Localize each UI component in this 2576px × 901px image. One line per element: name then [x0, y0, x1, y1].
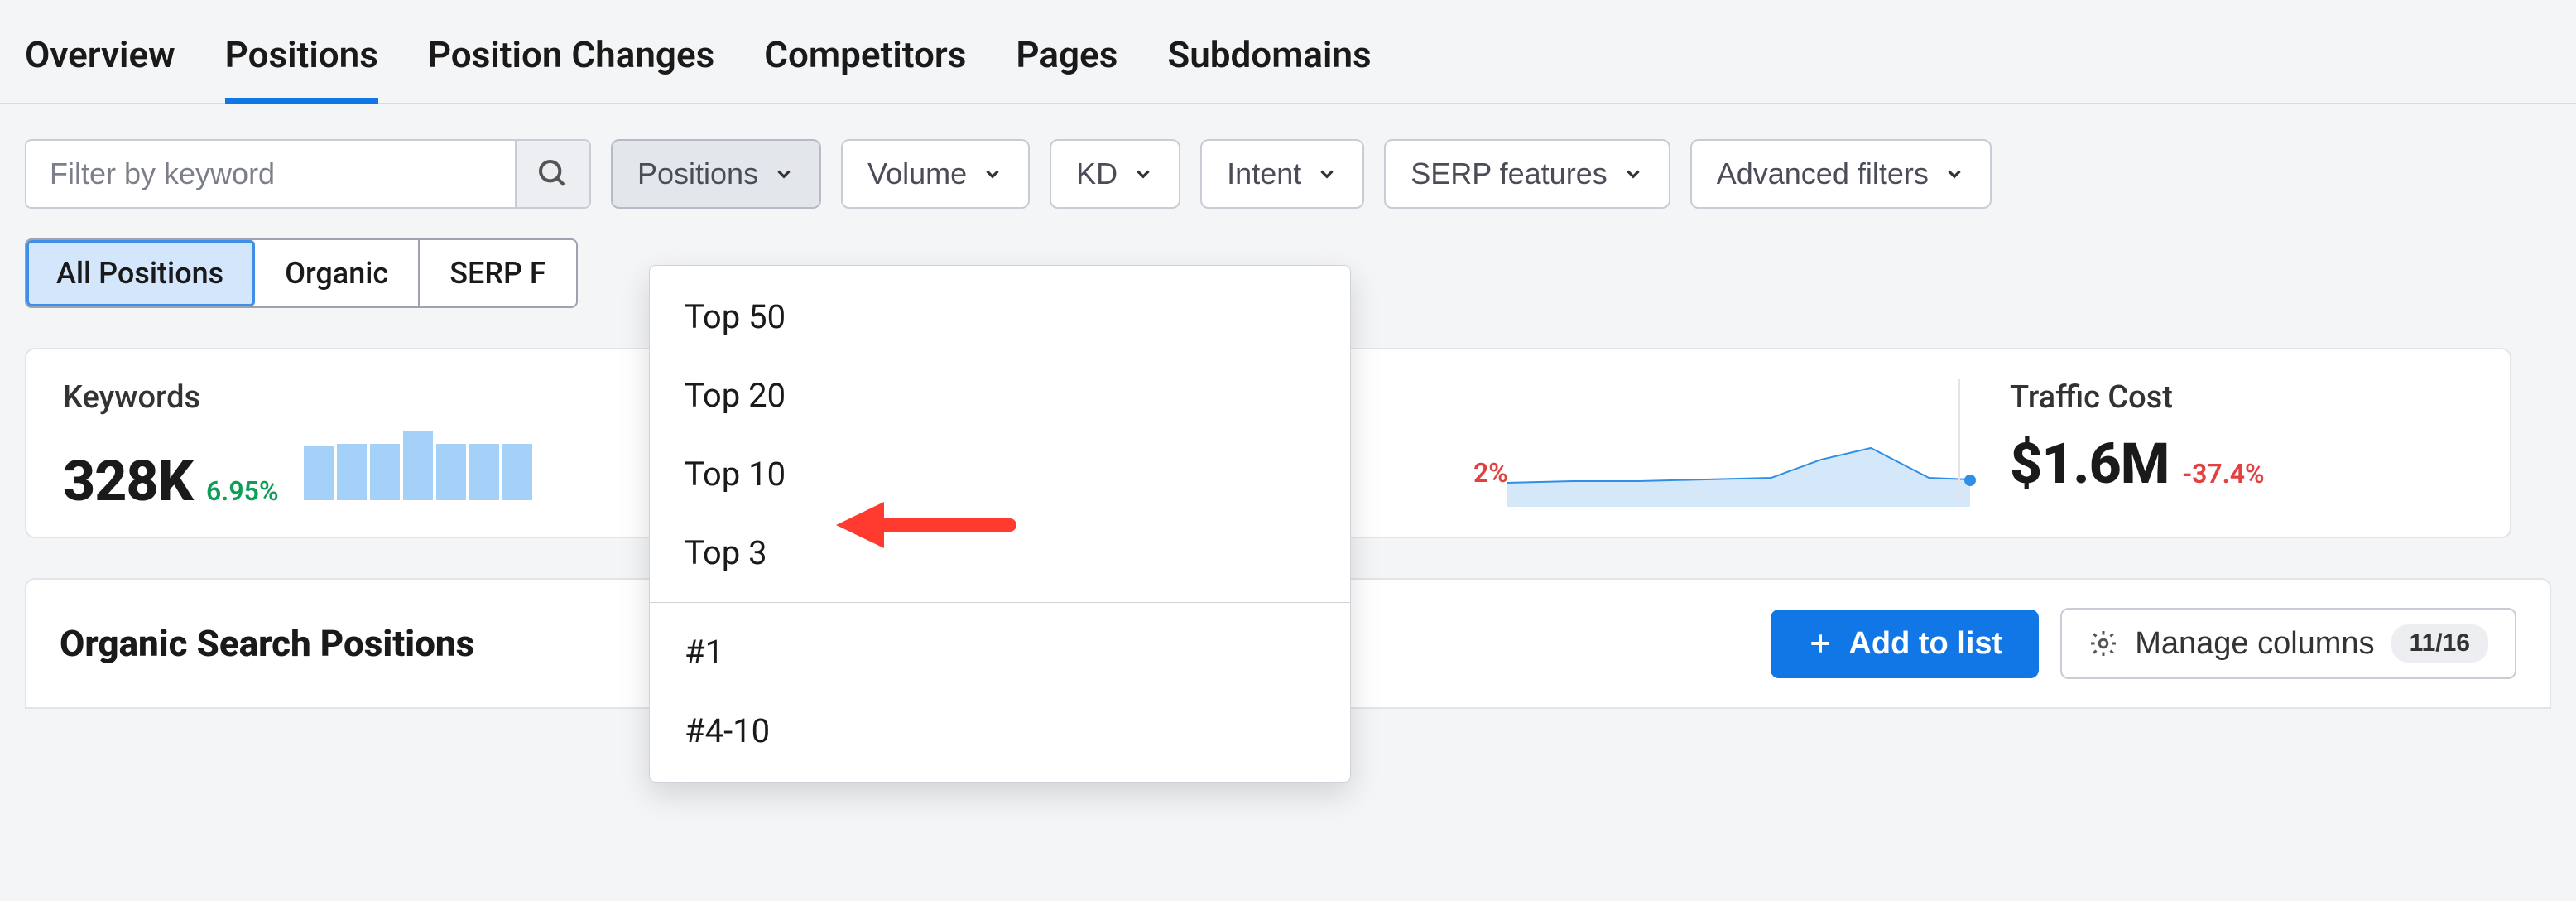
- tab-pages[interactable]: Pages: [1016, 33, 1117, 103]
- filter-positions[interactable]: Positions: [611, 139, 821, 209]
- traffic-cost-title: Traffic Cost: [2010, 379, 2265, 416]
- seg-serp-features[interactable]: SERP F: [420, 240, 576, 306]
- position-type-segmented: All Positions Organic SERP F: [25, 238, 578, 308]
- mid-delta: 2%: [1473, 457, 1508, 489]
- tab-position-changes[interactable]: Position Changes: [428, 33, 714, 103]
- gear-icon: [2088, 629, 2118, 658]
- filter-advanced[interactable]: Advanced filters: [1690, 139, 1992, 209]
- traffic-sparkline: [1507, 441, 1978, 507]
- dropdown-item-top50[interactable]: Top 50: [650, 277, 1350, 356]
- traffic-cost-value: $1.6M: [2010, 431, 2169, 497]
- main-tabs: Overview Positions Position Changes Comp…: [0, 0, 2576, 104]
- dropdown-item-1[interactable]: #1: [650, 613, 1350, 691]
- filter-volume-label: Volume: [867, 157, 967, 191]
- tab-overview[interactable]: Overview: [25, 33, 175, 103]
- filter-volume[interactable]: Volume: [841, 139, 1030, 209]
- seg-all-positions[interactable]: All Positions: [26, 240, 255, 306]
- keywords-value: 328K: [63, 448, 193, 514]
- chevron-down-icon: [982, 163, 1003, 185]
- filter-kd[interactable]: KD: [1050, 139, 1180, 209]
- filter-intent-label: Intent: [1227, 157, 1301, 191]
- filter-serp-features[interactable]: SERP features: [1384, 139, 1670, 209]
- manage-columns-button[interactable]: Manage columns 11/16: [2060, 608, 2516, 679]
- chevron-down-icon: [773, 163, 795, 185]
- filter-bar: Positions Volume KD Intent SERP features…: [0, 104, 2576, 209]
- manage-columns-label: Manage columns: [2135, 626, 2374, 662]
- dropdown-item-4-10[interactable]: #4-10: [650, 691, 1350, 770]
- positions-dropdown: Top 50 Top 20 Top 10 Top 3 #1 #4-10: [649, 265, 1351, 783]
- traffic-cost-delta: -37.4%: [2182, 458, 2264, 489]
- add-to-list-label: Add to list: [1848, 626, 2002, 662]
- chevron-down-icon: [1944, 163, 1965, 185]
- filter-serp-label: SERP features: [1411, 157, 1607, 191]
- seg-organic[interactable]: Organic: [255, 240, 420, 306]
- filter-advanced-label: Advanced filters: [1717, 157, 1929, 191]
- filter-positions-label: Positions: [637, 157, 758, 191]
- tab-positions[interactable]: Positions: [225, 33, 378, 103]
- tab-subdomains[interactable]: Subdomains: [1167, 33, 1371, 103]
- dropdown-item-top3[interactable]: Top 3: [650, 513, 1350, 592]
- add-to-list-button[interactable]: Add to list: [1771, 610, 2039, 678]
- filter-intent[interactable]: Intent: [1200, 139, 1364, 209]
- chevron-down-icon: [1622, 163, 1644, 185]
- dropdown-separator: [650, 602, 1350, 603]
- keywords-delta: 6.95%: [206, 475, 279, 507]
- keyword-input[interactable]: [26, 141, 515, 207]
- chevron-down-icon: [1132, 163, 1154, 185]
- chevron-down-icon: [1316, 163, 1338, 185]
- dropdown-item-top20[interactable]: Top 20: [650, 356, 1350, 435]
- search-icon: [536, 157, 570, 190]
- dropdown-item-top10[interactable]: Top 10: [650, 435, 1350, 513]
- plus-icon: [1807, 630, 1833, 657]
- tab-competitors[interactable]: Competitors: [764, 33, 966, 103]
- keywords-sparkline: [304, 431, 532, 500]
- filter-kd-label: KD: [1076, 157, 1117, 191]
- keyword-search: [25, 139, 591, 209]
- keyword-search-button[interactable]: [515, 141, 589, 207]
- columns-count-badge: 11/16: [2391, 624, 2488, 662]
